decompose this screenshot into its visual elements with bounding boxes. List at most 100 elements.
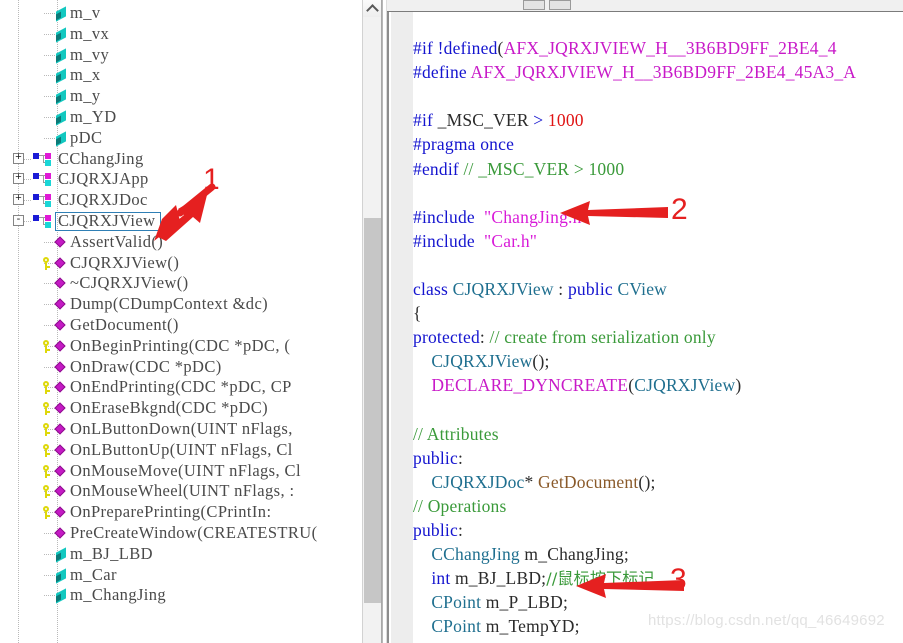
code-token: // _MSC_VER > 1000 bbox=[463, 158, 625, 179]
watermark-text: https://blog.csdn.net/qq_46649692 bbox=[648, 612, 885, 629]
code-token: _MSC_VER bbox=[433, 110, 534, 131]
member-method-icon bbox=[54, 298, 67, 311]
class-tree[interactable]: m_v m_vx m_vy m_x m_y m_YD pDC + CChangJing + CJQR… bbox=[0, 0, 362, 643]
code-token: : bbox=[457, 519, 464, 540]
member-variable-icon bbox=[55, 27, 68, 43]
tree-node-label: m_YD bbox=[70, 107, 117, 126]
code-token: AFX_JQRXJVIEW_H__3B6BD9FF_2BE4_45A3_A bbox=[470, 62, 857, 83]
member-variable-icon bbox=[55, 547, 68, 563]
tree-node[interactable]: OnBeginPrinting(CDC *pDC, ( bbox=[0, 336, 362, 357]
tree-node-label: m_v bbox=[70, 3, 101, 22]
code-token: public bbox=[413, 447, 458, 468]
tree-node[interactable]: OnMouseWheel(UINT nFlags, : bbox=[0, 481, 362, 502]
code-line: #include "ChangJing.h" bbox=[413, 205, 903, 229]
tree-connector bbox=[44, 75, 55, 77]
tree-node[interactable]: m_vy bbox=[0, 45, 362, 66]
tree-node-label: m_ChangJing bbox=[70, 585, 167, 605]
tree-collapse-button[interactable]: - bbox=[13, 214, 24, 226]
tree-node[interactable]: OnPreparePrinting(CPrintIn: bbox=[0, 502, 362, 523]
tree-node-label: CJQRXJDoc bbox=[58, 190, 148, 210]
tree-expand-button[interactable]: + bbox=[13, 171, 24, 185]
scrollbar-track[interactable] bbox=[364, 17, 381, 218]
tree-node[interactable]: m_ChangJing bbox=[0, 585, 362, 606]
code-line: #endif // _MSC_VER > 1000 bbox=[413, 157, 903, 181]
tree-node-label: Dump(CDumpContext &dc) bbox=[70, 294, 269, 314]
code-token: CView bbox=[617, 279, 667, 300]
tree-node[interactable]: OnDraw(CDC *pDC) bbox=[0, 357, 362, 378]
code-token: CPoint bbox=[431, 592, 482, 613]
scroll-up-button[interactable] bbox=[363, 0, 381, 17]
code-line: CJQRXJView(); bbox=[413, 349, 903, 373]
tree-node[interactable]: OnEraseBkgnd(CDC *pDC) bbox=[0, 398, 362, 419]
tree-node-label: ~CJQRXJView() bbox=[70, 273, 189, 293]
code-token: m_P_LBD; bbox=[481, 592, 569, 613]
code-line: #define AFX_JQRXJVIEW_H__3B6BD9FF_2BE4_4… bbox=[413, 60, 903, 84]
tree-node-selected[interactable]: - CJQRXJView bbox=[0, 211, 362, 232]
tree-node[interactable]: + CChangJing bbox=[0, 149, 362, 170]
class-icon bbox=[32, 215, 54, 228]
member-method-icon bbox=[54, 381, 67, 394]
tree-connector bbox=[44, 595, 55, 597]
code-token: #define bbox=[413, 62, 467, 83]
member-method-icon bbox=[54, 485, 67, 498]
tree-node[interactable]: OnLButtonDown(UINT nFlags, bbox=[0, 419, 362, 440]
code-token: : bbox=[457, 447, 464, 468]
member-variable-icon bbox=[55, 47, 68, 64]
tree-node[interactable]: Dump(CDumpContext &dc) bbox=[0, 294, 362, 315]
tree-node[interactable]: CJQRXJView() bbox=[0, 253, 362, 274]
member-method-icon bbox=[54, 340, 67, 353]
tree-node[interactable]: GetDocument() bbox=[0, 315, 362, 336]
key-icon bbox=[42, 443, 54, 457]
tree-node-label: OnEndPrinting(CDC *pDC, CP bbox=[70, 377, 292, 397]
code-line: class CJQRXJView : public CView bbox=[413, 277, 903, 301]
code-token: { bbox=[413, 303, 422, 324]
source-code-text[interactable]: #if !defined(AFX_JQRXJVIEW_H__3B6BD9FF_2… bbox=[413, 12, 903, 643]
member-method-icon bbox=[54, 506, 67, 519]
tree-expand-button[interactable]: + bbox=[13, 193, 24, 206]
tree-node[interactable]: m_Car bbox=[0, 565, 362, 586]
tree-connector bbox=[44, 325, 55, 326]
tree-node[interactable]: pDC bbox=[0, 128, 362, 149]
tree-node[interactable]: m_BJ_LBD bbox=[0, 544, 362, 565]
key-icon bbox=[42, 339, 54, 353]
tree-node[interactable]: OnMouseMove(UINT nFlags, Cl bbox=[0, 461, 362, 482]
tree-node[interactable]: + CJQRXJApp bbox=[0, 169, 362, 190]
tree-connector bbox=[44, 574, 55, 576]
editor-gutter[interactable] bbox=[391, 12, 413, 643]
expander-glyph: + bbox=[15, 171, 22, 184]
tree-node-label: OnPreparePrinting(CPrintIn: bbox=[70, 502, 272, 522]
window-restore-button[interactable] bbox=[523, 0, 545, 10]
tree-node[interactable]: m_vx bbox=[0, 24, 362, 45]
tree-node[interactable]: PreCreateWindow(CREATESTRU( bbox=[0, 523, 362, 544]
scrollbar-thumb[interactable] bbox=[364, 218, 381, 603]
tree-node[interactable]: m_x bbox=[0, 65, 362, 86]
tree-node-label: OnBeginPrinting(CDC *pDC, ( bbox=[70, 335, 291, 355]
code-line: public: bbox=[413, 446, 903, 470]
tree-node[interactable]: m_YD bbox=[0, 107, 362, 128]
tree-node[interactable]: m_v bbox=[0, 3, 362, 24]
class-icon bbox=[32, 173, 54, 187]
tree-connector bbox=[44, 304, 55, 306]
code-line: protected: // create from serialization … bbox=[413, 325, 903, 349]
chevron-up-icon bbox=[366, 4, 379, 17]
code-line: public: bbox=[413, 518, 903, 542]
tree-node[interactable]: AssertValid() bbox=[0, 232, 362, 253]
key-icon bbox=[42, 381, 54, 395]
tree-node[interactable]: + CJQRXJDoc bbox=[0, 190, 362, 211]
code-token: #if !defined bbox=[413, 38, 498, 59]
tree-node[interactable]: ~CJQRXJView() bbox=[0, 273, 362, 294]
tree-node[interactable]: m_y bbox=[0, 86, 362, 107]
class-icon bbox=[32, 194, 54, 208]
tree-node[interactable]: OnEndPrinting(CDC *pDC, CP bbox=[0, 377, 362, 398]
code-token: ) bbox=[735, 375, 742, 396]
member-variable-icon bbox=[55, 588, 68, 605]
code-token: m_BJ_LBD; bbox=[450, 568, 547, 589]
tree-expand-button[interactable]: + bbox=[13, 151, 24, 164]
class-tree-scrollbar[interactable] bbox=[362, 0, 381, 643]
tree-node[interactable]: OnLButtonUp(UINT nFlags, Cl bbox=[0, 440, 362, 461]
annotation-number-1: 1 bbox=[203, 163, 220, 196]
window-close-button[interactable] bbox=[549, 0, 571, 10]
